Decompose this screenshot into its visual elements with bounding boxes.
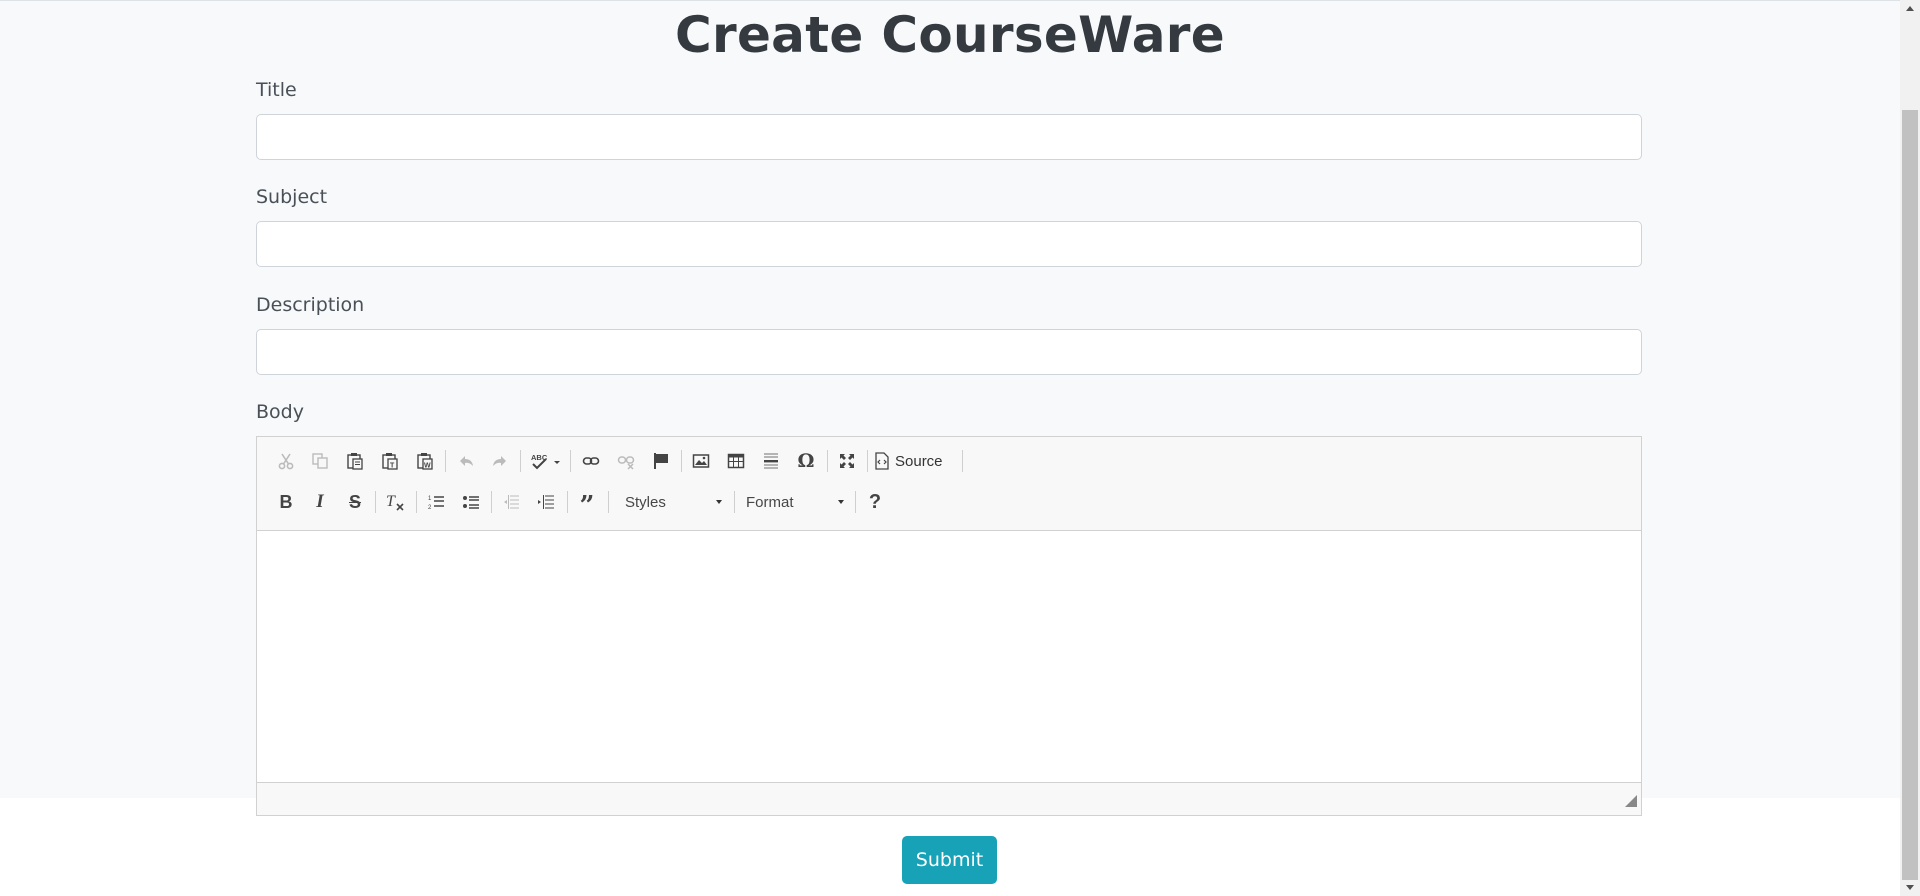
toolbar-separator	[734, 491, 735, 513]
body-label: Body	[256, 401, 304, 423]
paste-text-icon[interactable]: T	[378, 448, 402, 474]
editor-content-area[interactable]	[257, 531, 1641, 782]
styles-dropdown-arrow-icon	[716, 500, 722, 504]
copy-icon[interactable]	[308, 448, 332, 474]
remove-format-icon[interactable]: T	[383, 489, 407, 515]
toolbar-separator	[855, 491, 856, 513]
toolbar-separator	[416, 491, 417, 513]
scrollbar-thumb[interactable]	[1902, 110, 1918, 880]
strikethrough-icon[interactable]: S	[343, 489, 367, 515]
bulleted-list-icon[interactable]	[459, 489, 483, 515]
toolbar-separator	[867, 450, 868, 472]
image-icon[interactable]	[689, 448, 713, 474]
svg-text:W: W	[424, 463, 431, 470]
toolbar-separator	[491, 491, 492, 513]
toolbar-separator	[570, 450, 571, 472]
source-label: Source	[895, 452, 943, 470]
help-icon[interactable]: ?	[863, 489, 887, 515]
submit-button[interactable]: Submit	[902, 836, 997, 884]
editor-bottom-bar	[257, 782, 1641, 815]
table-icon[interactable]	[724, 448, 748, 474]
horizontal-line-icon[interactable]	[759, 448, 783, 474]
styles-dropdown[interactable]: Styles	[614, 489, 728, 515]
page-scrollbar[interactable]	[1900, 0, 1920, 896]
bold-icon[interactable]: B	[274, 489, 298, 515]
svg-text:1: 1	[428, 496, 432, 502]
maximize-icon[interactable]	[835, 448, 859, 474]
cut-icon[interactable]	[274, 448, 298, 474]
rich-text-editor: T W ABC Ω Source B I S T 1 2 ” Styles Fo…	[256, 436, 1642, 816]
scroll-up-arrow-icon[interactable]	[1906, 6, 1914, 11]
toolbar-separator	[567, 491, 568, 513]
source-button[interactable]: Source	[874, 448, 952, 474]
subject-label: Subject	[256, 186, 328, 208]
toolbar-separator	[962, 450, 963, 472]
page-title: Create CourseWare	[675, 6, 1225, 64]
numbered-list-icon[interactable]: 12	[424, 489, 448, 515]
title-label: Title	[256, 79, 297, 101]
toolbar-separator	[520, 450, 521, 472]
unlink-icon[interactable]	[614, 448, 638, 474]
link-icon[interactable]	[579, 448, 603, 474]
scroll-down-arrow-icon[interactable]	[1906, 885, 1914, 890]
toolbar-separator	[608, 491, 609, 513]
toolbar-separator	[375, 491, 376, 513]
outdent-icon[interactable]	[499, 489, 523, 515]
italic-icon[interactable]: I	[308, 489, 332, 515]
spellcheck-icon[interactable]: ABC	[528, 448, 564, 474]
title-input[interactable]	[256, 114, 1642, 160]
description-label: Description	[256, 294, 365, 316]
paste-icon[interactable]	[343, 448, 367, 474]
toolbar-separator	[445, 450, 446, 472]
format-label: Format	[746, 493, 794, 511]
redo-icon[interactable]	[488, 448, 512, 474]
special-char-icon[interactable]: Ω	[794, 448, 818, 474]
svg-text:T: T	[386, 493, 396, 510]
undo-icon[interactable]	[454, 448, 478, 474]
format-dropdown-arrow-icon	[838, 500, 844, 504]
toolbar-separator	[681, 450, 682, 472]
editor-toolbar: T W ABC Ω Source B I S T 1 2 ” Styles Fo…	[257, 437, 1641, 531]
description-input[interactable]	[256, 329, 1642, 375]
source-icon	[874, 452, 890, 470]
indent-icon[interactable]	[534, 489, 558, 515]
styles-label: Styles	[625, 493, 666, 511]
svg-text:2: 2	[428, 505, 432, 511]
resize-handle-icon[interactable]	[1625, 792, 1637, 811]
format-dropdown[interactable]: Format	[738, 489, 850, 515]
paste-word-icon[interactable]: W	[413, 448, 437, 474]
anchor-icon[interactable]	[649, 448, 673, 474]
subject-input[interactable]	[256, 221, 1642, 267]
svg-text:T: T	[390, 463, 395, 470]
toolbar-separator	[827, 450, 828, 472]
blockquote-icon[interactable]: ”	[575, 489, 599, 515]
